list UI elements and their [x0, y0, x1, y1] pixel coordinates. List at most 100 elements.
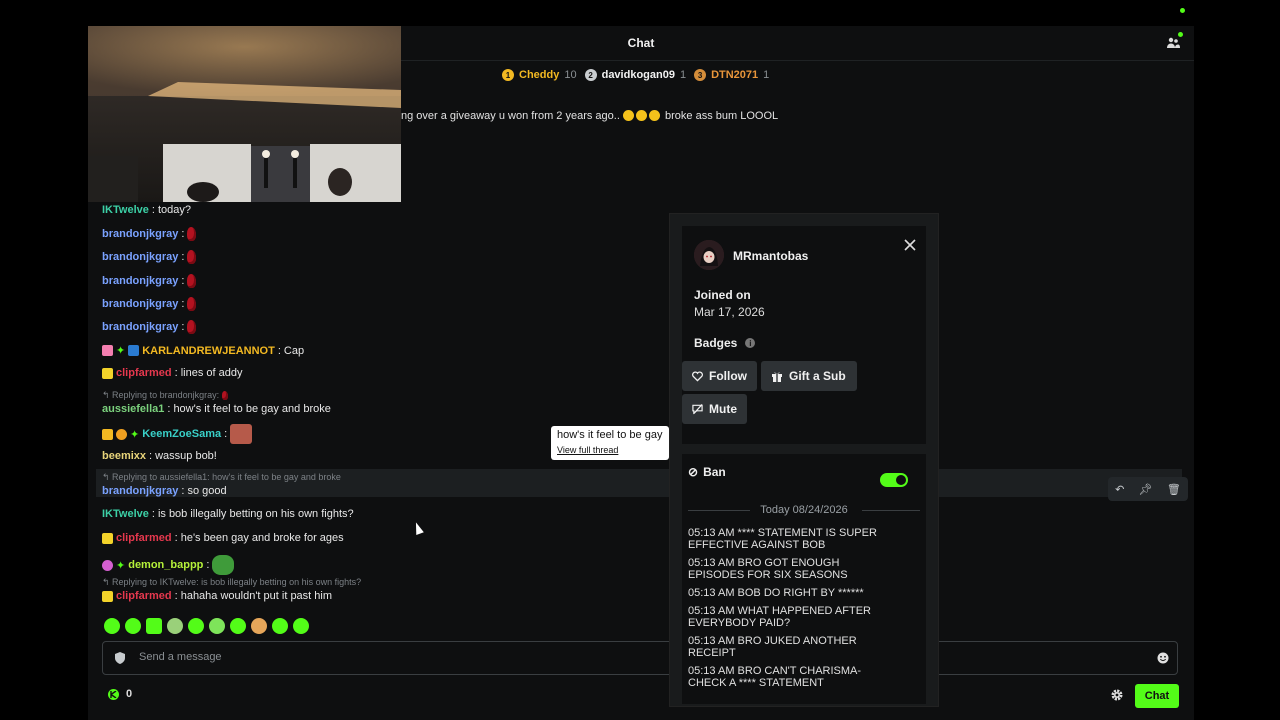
- chat-message[interactable]: clipfarmed: hahaha wouldn't put it past …: [102, 590, 332, 602]
- reply-text: Replying to aussiefella1: how's it feel …: [112, 472, 341, 482]
- sparkle-badge-icon: ✦: [116, 345, 126, 357]
- username[interactable]: IKTwelve: [102, 204, 149, 216]
- username[interactable]: beemixx: [102, 450, 146, 462]
- reply-text: Replying to brandonjkgray:: [112, 390, 220, 400]
- shield-icon: [115, 652, 125, 664]
- trash-icon[interactable]: 🗑︎: [1167, 483, 1181, 496]
- emote-icon[interactable]: [209, 618, 225, 634]
- username[interactable]: IKTwelve: [102, 508, 149, 520]
- message-text: he's been gay and broke for ages: [180, 532, 344, 544]
- chat-message[interactable]: clipfarmed: lines of addy: [102, 367, 242, 379]
- reply-icon[interactable]: ↶: [1115, 483, 1124, 496]
- username[interactable]: brandonjkgray: [102, 298, 178, 310]
- username[interactable]: KeemZoeSama: [142, 428, 221, 440]
- rank-badge: 3: [694, 69, 707, 81]
- follow-button[interactable]: Follow: [682, 361, 757, 391]
- username[interactable]: brandonjkgray: [102, 321, 178, 333]
- leaderboard-item[interactable]: 2 davidkogan09 1: [584, 69, 686, 81]
- toggle-knob: [896, 475, 906, 485]
- username[interactable]: clipfarmed: [116, 532, 172, 544]
- emote-icon[interactable]: [272, 618, 288, 634]
- emote-icon[interactable]: [251, 618, 267, 634]
- reply-context[interactable]: ↰ Replying to brandonjkgray:: [102, 390, 228, 401]
- leaderboard-item[interactable]: 1 Cheddy 10: [502, 69, 577, 81]
- username[interactable]: brandonjkgray: [102, 485, 178, 497]
- emote-icon[interactable]: [167, 618, 183, 634]
- emote-icon[interactable]: [104, 618, 120, 634]
- chat-message[interactable]: aussiefella1: how's it feel to be gay an…: [102, 403, 331, 415]
- emote-icon[interactable]: [188, 618, 204, 634]
- close-icon[interactable]: [904, 239, 916, 251]
- leaderboard-name: davidkogan09: [601, 69, 675, 81]
- leaderboard-count: 10: [564, 69, 577, 81]
- history-item: 05:13 AM BRO GOT ENOUGH EPISODES FOR SIX…: [688, 557, 848, 581]
- username[interactable]: aussiefella1: [102, 403, 164, 415]
- stream-video-overlay[interactable]: [88, 26, 401, 202]
- channel-points[interactable]: 0: [108, 688, 132, 700]
- avatar[interactable]: [694, 240, 724, 270]
- card-username[interactable]: MRmantobas: [733, 249, 808, 263]
- gift-badge-icon: [102, 345, 113, 356]
- chat-message[interactable]: brandonjkgray:: [102, 250, 197, 264]
- gift-sub-label: Gift a Sub: [789, 369, 846, 383]
- sub-badge-icon: [102, 532, 113, 544]
- reply-context[interactable]: ↰ Replying to aussiefella1: how's it fee…: [102, 472, 341, 483]
- pin-icon[interactable]: 📌︎: [1139, 483, 1153, 496]
- ban-icon: ⊘: [688, 465, 699, 479]
- heart-icon: [692, 370, 703, 382]
- chat-message-hovered[interactable]: brandonjkgray: so good: [102, 485, 227, 497]
- gear-icon[interactable]: [1110, 688, 1124, 702]
- chat-message[interactable]: ✦ KARLANDREWJEANNOT: Cap: [102, 344, 304, 357]
- users-icon[interactable]: [1166, 32, 1183, 50]
- laughing-emoji-icon: [622, 110, 662, 122]
- username[interactable]: KARLANDREWJEANNOT: [142, 345, 275, 357]
- blood-drop-emote-icon: [187, 274, 197, 288]
- emote-icon[interactable]: [293, 618, 309, 634]
- message-action-bar: ↶ 📌︎ 🗑︎: [1108, 477, 1188, 501]
- username[interactable]: brandonjkgray: [102, 251, 178, 263]
- pepe-emote-icon: [212, 555, 235, 575]
- joined-date: Mar 17, 2026: [694, 305, 765, 319]
- chat-message[interactable]: brandonjkgray:: [102, 297, 197, 311]
- badges-label-text: Badges: [694, 336, 738, 350]
- chat-message[interactable]: IKTwelve: is bob illegally betting on hi…: [102, 508, 354, 520]
- reply-context[interactable]: ↰ Replying to IKTwelve: is bob illegally…: [102, 577, 361, 588]
- colon: :: [151, 204, 155, 216]
- chat-message[interactable]: brandonjkgray:: [102, 274, 197, 288]
- gift-sub-button[interactable]: Gift a Sub: [761, 361, 857, 391]
- leaderboard-name: Cheddy: [519, 69, 560, 81]
- chat-message[interactable]: brandonjkgray:: [102, 320, 197, 334]
- username[interactable]: brandonjkgray: [102, 228, 178, 240]
- view-thread-link[interactable]: View full thread: [557, 445, 663, 455]
- emote-icon[interactable]: [146, 618, 162, 634]
- joined-label: Joined on: [694, 288, 751, 302]
- chat-message[interactable]: clipfarmed: he's been gay and broke for …: [102, 532, 344, 544]
- username[interactable]: demon_bappp: [128, 559, 203, 571]
- chat-message[interactable]: brandonjkgray:: [102, 227, 197, 241]
- history-item: 05:13 AM BOB DO RIGHT BY ******: [688, 587, 864, 599]
- chat-message[interactable]: ✦ KeemZoeSama:: [102, 424, 253, 444]
- blood-drop-emote-icon: [187, 227, 197, 241]
- emoji-picker-icon[interactable]: [1157, 652, 1169, 664]
- divider: [862, 510, 920, 511]
- info-icon[interactable]: i: [745, 338, 756, 348]
- username[interactable]: clipfarmed: [116, 367, 172, 379]
- username[interactable]: clipfarmed: [116, 590, 172, 602]
- emote-icon[interactable]: [125, 618, 141, 634]
- chat-message[interactable]: ✦ demon_bappp:: [102, 555, 235, 575]
- ban-toggle[interactable]: [880, 473, 908, 487]
- chat-send-button[interactable]: Chat: [1135, 684, 1179, 708]
- chat-message[interactable]: beemixx: wassup bob!: [102, 450, 217, 462]
- emote-icon[interactable]: [230, 618, 246, 634]
- chat-message[interactable]: IKTwelve : today?: [102, 204, 191, 216]
- message-text: how's it feel to be gay and broke: [173, 403, 331, 415]
- rank-badge: 1: [502, 69, 514, 81]
- username[interactable]: brandonjkgray: [102, 275, 178, 287]
- mute-icon: [692, 404, 703, 415]
- badges-label: Badges i: [694, 336, 756, 350]
- leaderboard-item[interactable]: 3 DTN2071 1: [694, 69, 769, 81]
- blood-drop-emote-icon: [221, 391, 228, 401]
- mute-button[interactable]: Mute: [682, 394, 747, 424]
- tooltip-text: how's it feel to be gay: [557, 429, 663, 441]
- verified-badge-icon: [128, 345, 140, 356]
